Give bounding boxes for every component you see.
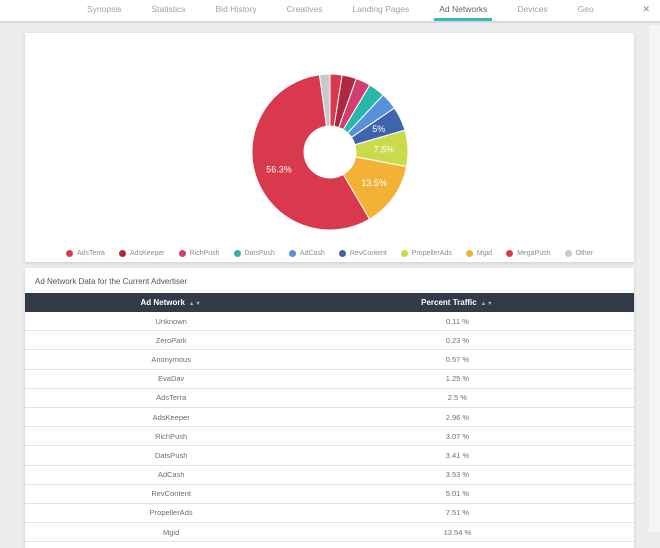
table-row: AdCash 3.53 % xyxy=(25,465,634,485)
cell-network: ZeroPark xyxy=(155,335,187,345)
cell-percent: 3.41 % xyxy=(445,450,470,460)
table-row: RichPush 3.07 % xyxy=(25,427,634,447)
legend-dot xyxy=(233,249,241,257)
chart-legend: AdsTerra AdsKeeper RichPush DatsPush AdCash R… xyxy=(25,242,634,264)
legend-item-propellerads[interactable]: PropellerAds xyxy=(400,249,452,257)
tab-creatives[interactable]: Creatives xyxy=(282,0,328,21)
cell-percent: 2.5 % xyxy=(447,393,467,403)
tab-statistics[interactable]: Statistics xyxy=(147,0,191,21)
cell-percent: 2.96 % xyxy=(445,412,470,422)
table-row: ZeroPark 0.23 % xyxy=(25,331,634,351)
legend-label: Other xyxy=(575,249,594,257)
cell-network: AdsKeeper xyxy=(152,412,190,422)
legend-dot xyxy=(178,249,186,257)
cell-network: Anonymous xyxy=(151,354,191,364)
legend-label: MegaPush xyxy=(517,249,551,257)
ad-network-chart-card: 5% 7.5% 13.5% 56.3% AdsTerra AdsKeeper RichPu… xyxy=(25,33,634,262)
cell-network: RichPush xyxy=(155,431,188,441)
legend-item-richpush[interactable]: RichPush xyxy=(178,249,220,257)
table-row: Unknown 0.11 % xyxy=(25,312,634,332)
table-row: Mgid 13.54 % xyxy=(25,523,634,543)
ad-network-table-card: Ad Network Data for the Current Advertis… xyxy=(25,268,634,548)
cell-network: DatsPush xyxy=(154,450,188,460)
legend-item-adsterra[interactable]: AdsTerra xyxy=(65,249,105,257)
legend-label: DatsPush xyxy=(244,249,275,257)
cell-percent: 13.54 % xyxy=(443,527,472,537)
legend-item-other[interactable]: Other xyxy=(564,249,594,257)
tab-bid-history[interactable]: Bid History xyxy=(211,0,262,21)
legend-dot xyxy=(400,249,408,257)
legend-dot xyxy=(465,249,473,257)
close-icon[interactable]: ✕ xyxy=(642,0,650,21)
cell-network: Unknown xyxy=(155,316,187,326)
cell-percent: 3.53 % xyxy=(445,470,470,480)
cell-percent: 1.25 % xyxy=(445,374,470,384)
legend-dot xyxy=(118,249,126,257)
tab-landing-pages[interactable]: Landing Pages xyxy=(348,0,415,21)
cell-percent: 0.23 % xyxy=(445,335,470,345)
table-row: RevContent 5.01 % xyxy=(25,484,634,504)
legend-dot xyxy=(288,249,296,257)
table-row: DatsPush 3.41 % xyxy=(25,446,634,466)
tab-geo[interactable]: Geo xyxy=(573,0,599,21)
table-row: EvaDav 1.25 % xyxy=(25,369,634,389)
legend-dot xyxy=(564,249,572,257)
legend-label: AdCash xyxy=(299,249,325,257)
legend-item-mgid[interactable]: Mgid xyxy=(465,249,493,257)
legend-dot xyxy=(506,249,514,257)
legend-dot xyxy=(65,249,73,257)
column-header-label: Percent Traffic xyxy=(421,298,477,307)
column-header-label: Ad Network xyxy=(140,298,185,307)
cell-percent: 3.07 % xyxy=(445,431,470,441)
cell-network: Mgid xyxy=(163,527,180,537)
table-row: AdsKeeper 2.96 % xyxy=(25,407,634,428)
legend-label: AdsTerra xyxy=(76,249,105,257)
legend-item-revcontent[interactable]: RevContent xyxy=(338,249,387,257)
legend-item-adskeeper[interactable]: AdsKeeper xyxy=(118,249,165,257)
column-header-percent-traffic[interactable]: Percent Traffic ▲▼ xyxy=(317,298,597,307)
right-edge-strip xyxy=(649,25,660,532)
cell-network: AdsTerra xyxy=(156,393,187,403)
donut-chart[interactable]: 5% 7.5% 13.5% 56.3% xyxy=(25,33,634,237)
table-row: Anonymous 0.57 % xyxy=(25,350,634,370)
top-tab-bar: Synopsis Statistics Bid History Creatives La… xyxy=(0,0,660,23)
legend-label: PropellerAds xyxy=(411,249,452,257)
cell-network: AdCash xyxy=(157,470,185,480)
table-row: PropellerAds 7.51 % xyxy=(25,503,634,524)
cell-percent: 0.11 % xyxy=(445,316,469,326)
column-header-ad-network[interactable]: Ad Network ▲▼ xyxy=(25,298,317,307)
table-row: AdsTerra 2.5 % xyxy=(25,388,634,408)
slice-percent-label: 13.5% xyxy=(361,178,387,188)
cell-percent: 5.01 % xyxy=(445,489,470,499)
table-header-row: Ad Network ▲▼ Percent Traffic ▲▼ xyxy=(25,293,634,312)
legend-item-adcash[interactable]: AdCash xyxy=(288,249,325,257)
legend-dot xyxy=(338,249,346,257)
tab-synopsis[interactable]: Synopsis xyxy=(82,0,127,21)
legend-label: RichPush xyxy=(189,249,220,257)
tab-ad-networks[interactable]: Ad Networks xyxy=(434,0,493,21)
legend-label: Mgid xyxy=(476,249,493,257)
legend-label: AdsKeeper xyxy=(129,249,165,257)
sort-icons[interactable]: ▲▼ xyxy=(189,301,202,307)
slice-percent-label: 56.3% xyxy=(266,165,292,175)
cell-network: EvaDav xyxy=(158,374,185,384)
cell-percent: 7.51 % xyxy=(445,508,470,518)
legend-item-datspush[interactable]: DatsPush xyxy=(233,249,275,257)
cell-network: RevContent xyxy=(151,489,191,499)
cell-percent: 0.57 % xyxy=(445,354,470,364)
cell-network: PropellerAds xyxy=(149,508,193,518)
legend-item-megapush[interactable]: MegaPush xyxy=(506,249,551,257)
slice-percent-label: 5% xyxy=(372,124,385,134)
table-section-title: Ad Network Data for the Current Advertis… xyxy=(35,277,188,286)
slice-percent-label: 7.5% xyxy=(374,144,395,154)
table-body: Unknown 0.11 % ZeroPark 0.23 % Anonymous 0.57… xyxy=(25,312,634,543)
sort-icons[interactable]: ▲▼ xyxy=(481,301,494,307)
tab-devices[interactable]: Devices xyxy=(512,0,552,21)
legend-label: RevContent xyxy=(349,249,387,257)
